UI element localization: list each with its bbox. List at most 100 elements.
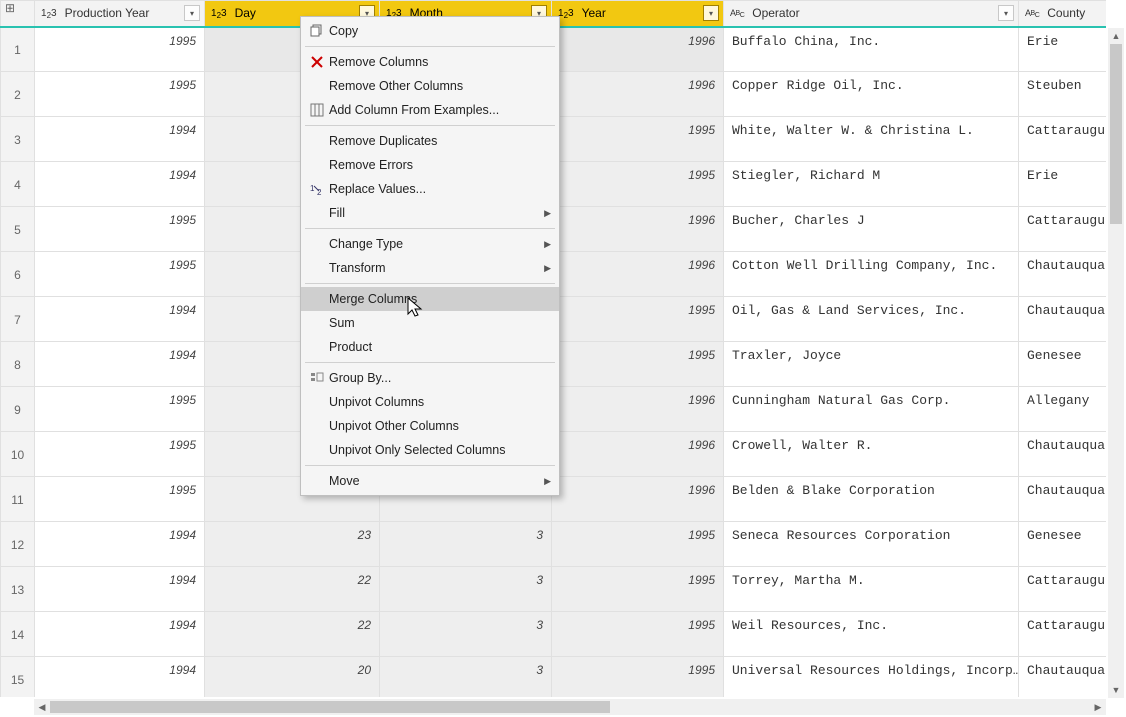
scroll-left-arrow[interactable]: ◀ — [34, 699, 50, 715]
row-number[interactable]: 11 — [1, 477, 35, 522]
column-header-year[interactable]: 123 Year ▾ — [552, 1, 724, 27]
cell-production-year[interactable]: 1995 — [35, 252, 205, 297]
menu-item-transform[interactable]: Transform▶ — [301, 256, 559, 280]
cell-year[interactable]: 1995 — [552, 657, 724, 698]
column-header-county[interactable]: ABC County — [1019, 1, 1107, 27]
menu-item-remove-errors[interactable]: Remove Errors — [301, 153, 559, 177]
menu-item-remove-columns[interactable]: Remove Columns — [301, 50, 559, 74]
table-corner[interactable]: ⊞ — [1, 1, 35, 27]
cell-year[interactable]: 1995 — [552, 297, 724, 342]
cell-operator[interactable]: Cotton Well Drilling Company, Inc. — [724, 252, 1019, 297]
cell-operator[interactable]: Traxler, Joyce — [724, 342, 1019, 387]
cell-operator[interactable]: Seneca Resources Corporation — [724, 522, 1019, 567]
cell-county[interactable]: Allegany — [1019, 387, 1107, 432]
menu-item-replace-values[interactable]: 12Replace Values... — [301, 177, 559, 201]
cell-year[interactable]: 1996 — [552, 477, 724, 522]
cell-year[interactable]: 1995 — [552, 522, 724, 567]
table-row[interactable]: 1319942231995Torrey, Martha M.Cattaraugu… — [1, 567, 1107, 612]
cell-production-year[interactable]: 1995 — [35, 387, 205, 432]
table-row[interactable]: 1419942231995Weil Resources, Inc.Cattara… — [1, 612, 1107, 657]
cell-production-year[interactable]: 1995 — [35, 27, 205, 72]
cell-county[interactable]: Cattaraugus — [1019, 567, 1107, 612]
cell-year[interactable]: 1995 — [552, 162, 724, 207]
horizontal-scrollbar[interactable]: ◀ ▶ — [34, 699, 1106, 715]
cell-operator[interactable]: Bucher, Charles J — [724, 207, 1019, 252]
column-filter-button[interactable]: ▾ — [184, 5, 200, 21]
cell-production-year[interactable]: 1995 — [35, 477, 205, 522]
column-filter-button[interactable]: ▾ — [998, 5, 1014, 21]
row-number[interactable]: 1 — [1, 27, 35, 72]
menu-item-unpivot-other-columns[interactable]: Unpivot Other Columns — [301, 414, 559, 438]
cell-county[interactable]: Chautauqua — [1019, 657, 1107, 698]
cell-operator[interactable]: Torrey, Martha M. — [724, 567, 1019, 612]
row-number[interactable]: 9 — [1, 387, 35, 432]
cell-day[interactable]: 20 — [205, 657, 380, 698]
cell-year[interactable]: 1995 — [552, 567, 724, 612]
row-number[interactable]: 4 — [1, 162, 35, 207]
cell-county[interactable]: Cattaraugus — [1019, 207, 1107, 252]
cell-year[interactable]: 1995 — [552, 342, 724, 387]
cell-production-year[interactable]: 1994 — [35, 162, 205, 207]
column-header-production-year[interactable]: 123 Production Year ▾ — [35, 1, 205, 27]
row-number[interactable]: 15 — [1, 657, 35, 698]
row-number[interactable]: 3 — [1, 117, 35, 162]
cell-production-year[interactable]: 1994 — [35, 567, 205, 612]
cell-year[interactable]: 1996 — [552, 387, 724, 432]
cell-production-year[interactable]: 1994 — [35, 657, 205, 698]
row-number[interactable]: 10 — [1, 432, 35, 477]
row-number[interactable]: 5 — [1, 207, 35, 252]
menu-item-sum[interactable]: Sum — [301, 311, 559, 335]
menu-item-move[interactable]: Move▶ — [301, 469, 559, 493]
menu-item-merge-columns[interactable]: Merge Columns — [301, 287, 559, 311]
cell-year[interactable]: 1995 — [552, 117, 724, 162]
cell-year[interactable]: 1996 — [552, 432, 724, 477]
scroll-thumb[interactable] — [1110, 44, 1122, 224]
cell-month[interactable]: 3 — [380, 567, 552, 612]
cell-production-year[interactable]: 1995 — [35, 72, 205, 117]
table-row[interactable]: 1519942031995Universal Resources Holding… — [1, 657, 1107, 698]
column-header-operator[interactable]: ABC Operator ▾ — [724, 1, 1019, 27]
cell-operator[interactable]: Stiegler, Richard M — [724, 162, 1019, 207]
cell-year[interactable]: 1996 — [552, 72, 724, 117]
cell-day[interactable]: 22 — [205, 567, 380, 612]
menu-item-unpivot-only-selected-columns[interactable]: Unpivot Only Selected Columns — [301, 438, 559, 462]
column-filter-button[interactable]: ▾ — [703, 5, 719, 21]
menu-item-product[interactable]: Product — [301, 335, 559, 359]
cell-county[interactable]: Chautauqua — [1019, 477, 1107, 522]
cell-month[interactable]: 3 — [380, 657, 552, 698]
vertical-scrollbar[interactable]: ▲ ▼ — [1108, 28, 1124, 698]
menu-item-unpivot-columns[interactable]: Unpivot Columns — [301, 390, 559, 414]
cell-operator[interactable]: Belden & Blake Corporation — [724, 477, 1019, 522]
scroll-up-arrow[interactable]: ▲ — [1108, 28, 1124, 44]
cell-county[interactable]: Genesee — [1019, 522, 1107, 567]
cell-month[interactable]: 3 — [380, 612, 552, 657]
cell-county[interactable]: Steuben — [1019, 72, 1107, 117]
scroll-right-arrow[interactable]: ▶ — [1090, 699, 1106, 715]
cell-day[interactable]: 23 — [205, 522, 380, 567]
menu-item-remove-other-columns[interactable]: Remove Other Columns — [301, 74, 559, 98]
row-number[interactable]: 2 — [1, 72, 35, 117]
cell-month[interactable]: 3 — [380, 522, 552, 567]
cell-county[interactable]: Cattaraugus — [1019, 117, 1107, 162]
cell-production-year[interactable]: 1994 — [35, 522, 205, 567]
cell-year[interactable]: 1996 — [552, 252, 724, 297]
cell-production-year[interactable]: 1994 — [35, 612, 205, 657]
cell-county[interactable]: Chautauqua — [1019, 432, 1107, 477]
cell-production-year[interactable]: 1994 — [35, 117, 205, 162]
cell-operator[interactable]: Crowell, Walter R. — [724, 432, 1019, 477]
row-number[interactable]: 13 — [1, 567, 35, 612]
menu-item-add-column-from-examples[interactable]: Add Column From Examples... — [301, 98, 559, 122]
cell-operator[interactable]: Cunningham Natural Gas Corp. — [724, 387, 1019, 432]
menu-item-group-by[interactable]: Group By... — [301, 366, 559, 390]
cell-production-year[interactable]: 1994 — [35, 297, 205, 342]
menu-item-copy[interactable]: Copy — [301, 19, 559, 43]
cell-operator[interactable]: Weil Resources, Inc. — [724, 612, 1019, 657]
cell-year[interactable]: 1996 — [552, 27, 724, 72]
cell-county[interactable]: Chautauqua — [1019, 252, 1107, 297]
cell-year[interactable]: 1996 — [552, 207, 724, 252]
cell-county[interactable]: Chautauqua — [1019, 297, 1107, 342]
cell-operator[interactable]: Oil, Gas & Land Services, Inc. — [724, 297, 1019, 342]
menu-item-fill[interactable]: Fill▶ — [301, 201, 559, 225]
table-row[interactable]: 1219942331995Seneca Resources Corporatio… — [1, 522, 1107, 567]
cell-county[interactable]: Erie — [1019, 27, 1107, 72]
